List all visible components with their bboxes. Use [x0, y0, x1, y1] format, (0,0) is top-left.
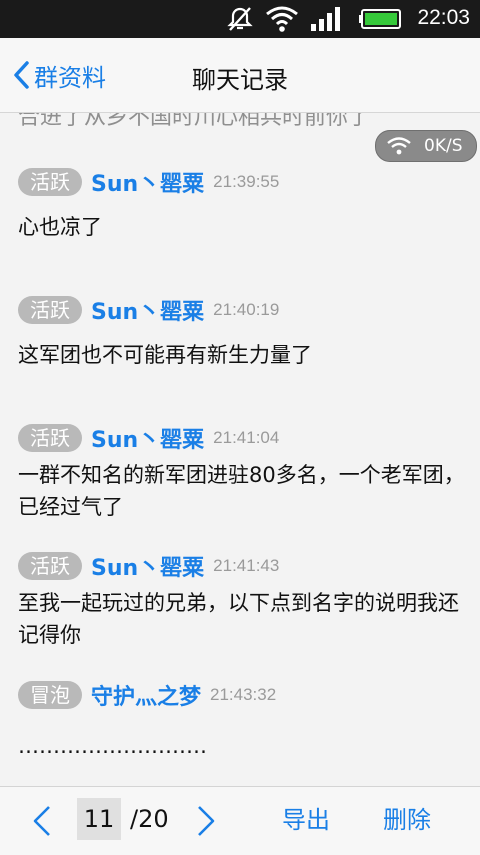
previous-page-button[interactable]	[32, 805, 52, 837]
message-item: 活跃 Sun丶罂粟 21:41:43 至我一起玩过的兄弟，以下点到名字的说明我还…	[18, 551, 468, 651]
speed-value: 0K/S	[424, 136, 463, 156]
status-time: 22:03	[417, 6, 470, 29]
pager-bar: 11 /20 导出 删除	[0, 786, 480, 855]
muted-bell-icon	[227, 7, 253, 31]
chat-history-list[interactable]: 合进了从乡不国时川心相兵时前你了 0K/S 活跃 Sun丶罂粟 21:39:55…	[0, 113, 480, 786]
battery-icon	[359, 9, 401, 29]
wifi-icon	[266, 6, 298, 32]
delete-button[interactable]: 删除	[383, 799, 431, 841]
page-number-input[interactable]: 11	[77, 798, 121, 840]
activity-badge: 活跃	[18, 168, 82, 196]
sender-name[interactable]: Sun丶罂粟	[91, 166, 204, 198]
message-text: ………………………	[18, 734, 207, 758]
message-time: 21:43:32	[210, 685, 277, 704]
sender-name[interactable]: Sun丶罂粟	[91, 294, 204, 326]
activity-badge: 活跃	[18, 296, 82, 324]
message-text: 至我一起玩过的兄弟，以下点到名字的说明我还记得你	[18, 591, 459, 647]
message-time: 21:39:55	[213, 172, 280, 191]
page-total: /20	[130, 805, 169, 833]
message-item: 活跃 Sun丶罂粟 21:40:19 这军团也不可能再有新生力量了	[18, 295, 468, 371]
status-bar: 22:03	[0, 0, 480, 38]
sender-name[interactable]: Sun丶罂粟	[91, 550, 204, 582]
partial-message-text: 合进了从乡不国时川心相兵时前你了	[18, 113, 371, 130]
message-text: 一群不知名的新军团进驻80多名，一个老军团，已经过气了	[18, 463, 465, 519]
network-speed-indicator: 0K/S	[375, 130, 477, 162]
message-time: 21:41:43	[213, 556, 280, 575]
message-item: 活跃 Sun丶罂粟 21:39:55 心也凉了	[18, 167, 468, 243]
message-time: 21:41:04	[213, 428, 280, 447]
next-page-button[interactable]	[196, 805, 216, 837]
sender-name[interactable]: 守护灬之梦	[91, 679, 201, 711]
message-time: 21:40:19	[213, 300, 280, 319]
message-item: 活跃 Sun丶罂粟 21:41:04 一群不知名的新军团进驻80多名，一个老军团…	[18, 423, 468, 523]
signal-icon	[311, 7, 340, 31]
sender-name[interactable]: Sun丶罂粟	[91, 422, 204, 454]
wifi-icon	[387, 137, 411, 155]
export-button[interactable]: 导出	[282, 799, 330, 841]
activity-badge: 活跃	[18, 424, 82, 452]
title-bar: 群资料 聊天记录	[0, 38, 480, 113]
page-title: 聊天记录	[192, 66, 288, 94]
message-text: 心也凉了	[18, 215, 102, 239]
activity-badge: 冒泡	[18, 681, 82, 709]
message-text: 这军团也不可能再有新生力量了	[18, 343, 312, 367]
message-item: 冒泡 守护灬之梦 21:43:32 ………………………	[18, 680, 468, 762]
activity-badge: 活跃	[18, 552, 82, 580]
